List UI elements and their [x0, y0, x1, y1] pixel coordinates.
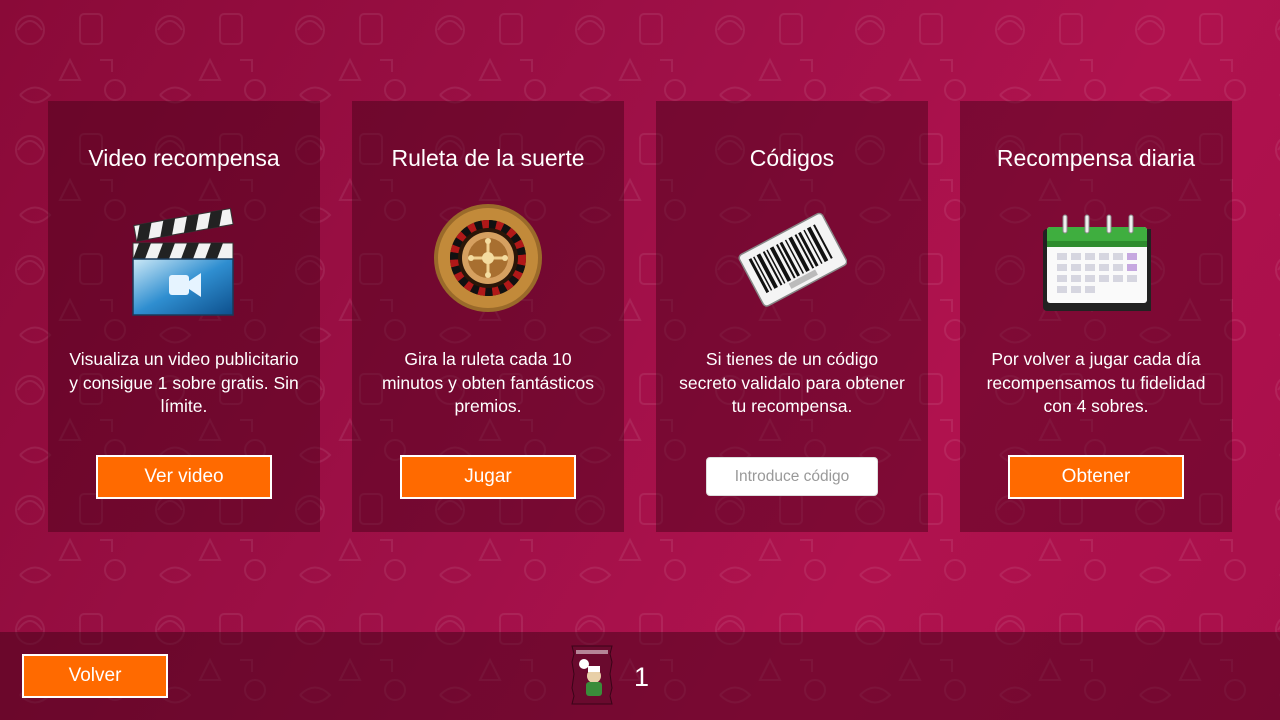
panel-title: Video recompensa	[88, 145, 280, 171]
clapperboard-video-icon	[132, 207, 234, 316]
watch-video-button[interactable]: Ver video	[96, 455, 272, 499]
barcode-icon	[738, 212, 847, 307]
footer-bar: Volver 1	[0, 632, 1280, 720]
panel-description: Por volver a jugar cada día recompensamo…	[986, 349, 1206, 416]
back-button[interactable]: Volver	[22, 654, 168, 698]
claim-daily-button[interactable]: Obtener	[1008, 455, 1184, 499]
video-reward-panel: Video recompensa Visualiza un video publ…	[48, 101, 320, 532]
calendar-icon	[1043, 214, 1151, 311]
panel-description: Si tienes de un código secreto validalo …	[679, 349, 905, 416]
panel-title: Ruleta de la suerte	[391, 145, 585, 171]
play-roulette-button[interactable]: Jugar	[400, 455, 576, 499]
code-input[interactable]	[706, 457, 878, 496]
panel-description: Gira la ruleta cada 10 minutos y obten f…	[381, 349, 595, 416]
roulette-wheel-icon	[434, 204, 542, 312]
panel-description: Visualiza un video publicitario y consig…	[69, 349, 299, 416]
card-pack-icon	[571, 645, 613, 705]
panel-title: Códigos	[749, 145, 835, 171]
daily-reward-panel: Recompensa diaria Por volver a jugar cad…	[960, 101, 1232, 532]
panel-title: Recompensa diaria	[996, 145, 1196, 171]
codes-panel: Códigos Si tienes de un código secreto v…	[656, 101, 928, 532]
roulette-panel: Ruleta de la suerte Gira la ruleta cada …	[352, 101, 624, 532]
pack-count: 1	[634, 662, 650, 692]
